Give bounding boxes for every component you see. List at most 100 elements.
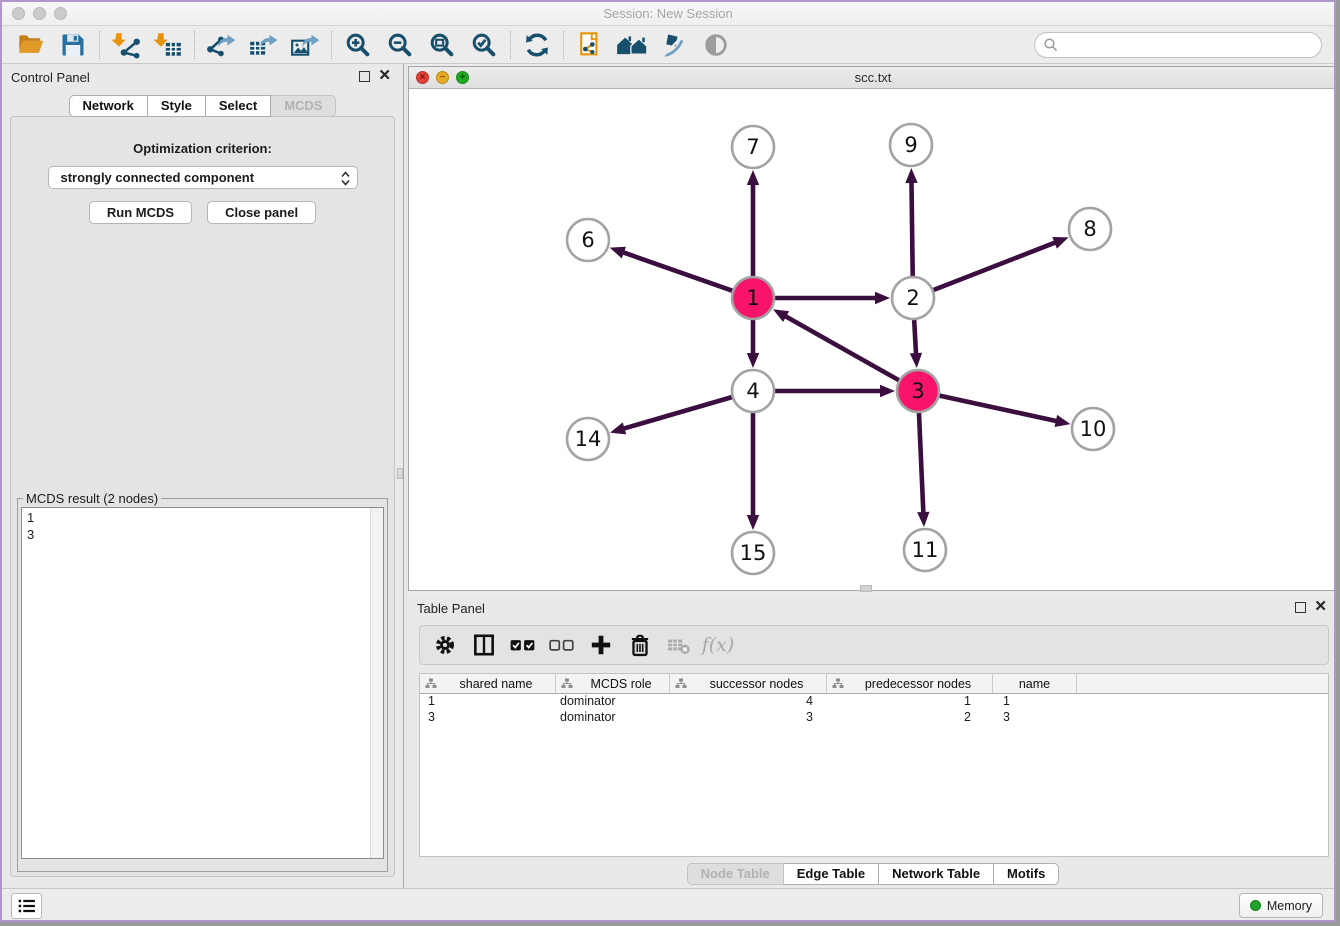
- show-columns-icon[interactable]: [469, 630, 499, 660]
- graph-node-11[interactable]: 11: [904, 529, 946, 571]
- refresh-view-icon[interactable]: [516, 29, 558, 61]
- mcds-result-list[interactable]: 1 3: [21, 507, 384, 859]
- table-tab-edge-table[interactable]: Edge Table: [784, 863, 879, 885]
- optimization-criterion-value: strongly connected component: [61, 170, 255, 185]
- close-panel-button[interactable]: Close panel: [207, 201, 316, 224]
- app-window: Session: New Session: [0, 0, 1336, 922]
- select-all-checkboxes-icon[interactable]: [508, 630, 538, 660]
- graph-edge-4-14[interactable]: [610, 397, 732, 434]
- zoom-selected-icon[interactable]: [463, 29, 505, 61]
- close-table-panel-icon[interactable]: ✕: [1314, 599, 1327, 615]
- column-header-shared-name[interactable]: shared name: [420, 674, 556, 693]
- task-history-button[interactable]: [11, 893, 42, 919]
- result-scrollbar[interactable]: [370, 508, 383, 858]
- column-header-predecessor-nodes[interactable]: predecessor nodes: [827, 674, 993, 693]
- tab-select[interactable]: Select: [206, 95, 271, 117]
- graph-edge-3-11[interactable]: [917, 413, 929, 527]
- graph-edge-1-4[interactable]: [747, 320, 759, 368]
- graph-node-15[interactable]: 15: [732, 532, 774, 574]
- memory-button[interactable]: Memory: [1239, 893, 1323, 918]
- table-cell: 4: [670, 694, 827, 710]
- search-input[interactable]: [1059, 36, 1321, 53]
- graph-node-10[interactable]: 10: [1072, 408, 1114, 450]
- network-canvas[interactable]: 1 2 3 4 6 7 8 9 10 11 14 15: [409, 89, 1336, 590]
- graph-node-14[interactable]: 14: [567, 418, 609, 460]
- export-table-icon[interactable]: [242, 29, 284, 61]
- save-session-icon[interactable]: [52, 29, 94, 61]
- graph-edge-4-15[interactable]: [747, 413, 759, 530]
- delete-row-icon[interactable]: [625, 630, 655, 660]
- table-body: 1dominator4113dominator323: [420, 694, 1328, 726]
- graph-edge-2-8[interactable]: [933, 237, 1068, 290]
- toolbar-separator: [331, 31, 332, 59]
- graph-node-4[interactable]: 4: [732, 370, 774, 412]
- graph-edge-2-3[interactable]: [910, 320, 922, 368]
- graph-edge-1-2[interactable]: [775, 292, 890, 304]
- memory-status-icon: [1250, 900, 1261, 911]
- splitter-handle[interactable]: [397, 468, 403, 479]
- mcds-panel: Optimization criterion: strongly connect…: [10, 116, 395, 877]
- search-box[interactable]: [1034, 32, 1322, 58]
- zoom-fit-content-icon[interactable]: [421, 29, 463, 61]
- table-row[interactable]: 1dominator411: [420, 694, 1328, 710]
- add-row-icon[interactable]: [586, 630, 616, 660]
- table-tab-node-table[interactable]: Node Table: [687, 863, 784, 885]
- window-titlebar: Session: New Session: [2, 2, 1334, 26]
- close-panel-icon[interactable]: ✕: [378, 68, 391, 84]
- hide-labels-icon[interactable]: [653, 29, 695, 61]
- toolbar-separator: [99, 31, 100, 59]
- mcds-result-values: 1 3: [22, 508, 383, 544]
- import-table-from-file-icon[interactable]: [147, 29, 189, 61]
- graph-node-9[interactable]: 9: [890, 124, 932, 166]
- float-table-panel-icon[interactable]: [1295, 602, 1306, 613]
- svg-text:7: 7: [746, 135, 759, 159]
- tab-style[interactable]: Style: [148, 95, 206, 117]
- zoom-in-icon[interactable]: [337, 29, 379, 61]
- graph-node-1[interactable]: 1: [732, 277, 774, 319]
- export-image-icon[interactable]: [284, 29, 326, 61]
- status-bar: Memory: [2, 888, 1334, 922]
- control-panel-tabs: NetworkStyleSelectMCDS: [2, 95, 403, 117]
- deselect-all-checkboxes-icon[interactable]: [547, 630, 577, 660]
- open-session-icon[interactable]: [10, 29, 52, 61]
- import-network-from-file-icon[interactable]: [105, 29, 147, 61]
- graph-node-3[interactable]: 3: [897, 370, 939, 412]
- list-icon: [17, 897, 37, 915]
- graph-node-8[interactable]: 8: [1069, 208, 1111, 250]
- table-tab-motifs[interactable]: Motifs: [994, 863, 1059, 885]
- graph-edge-3-1[interactable]: [773, 309, 899, 380]
- table-cell: 3: [670, 710, 827, 726]
- column-header-name[interactable]: name: [993, 674, 1077, 693]
- graph-node-2[interactable]: 2: [892, 277, 934, 319]
- svg-text:4: 4: [746, 379, 759, 403]
- tab-mcds[interactable]: MCDS: [271, 95, 336, 117]
- function-builder-icon: f(x): [703, 630, 733, 660]
- table-tab-network-table[interactable]: Network Table: [879, 863, 994, 885]
- column-header-successor-nodes[interactable]: successor nodes: [670, 674, 827, 693]
- main-area: Control Panel ✕ NetworkStyleSelectMCDS O…: [2, 64, 1334, 888]
- graph-node-7[interactable]: 7: [732, 126, 774, 168]
- control-panel-header: Control Panel ✕: [2, 64, 403, 90]
- export-network-icon[interactable]: [200, 29, 242, 61]
- table-row[interactable]: 3dominator323: [420, 710, 1328, 726]
- run-mcds-button[interactable]: Run MCDS: [89, 201, 192, 224]
- graph-edge-1-7[interactable]: [747, 170, 759, 276]
- svg-text:8: 8: [1083, 217, 1096, 241]
- table-settings-icon[interactable]: [430, 630, 460, 660]
- optimization-criterion-select[interactable]: strongly connected component: [48, 166, 358, 189]
- graph-node-6[interactable]: 6: [567, 219, 609, 261]
- control-panel-title: Control Panel: [11, 70, 90, 85]
- float-panel-icon[interactable]: [359, 71, 370, 82]
- zoom-out-icon[interactable]: [379, 29, 421, 61]
- column-header-mcds-role[interactable]: MCDS role: [556, 674, 670, 693]
- graph-edge-3-10[interactable]: [939, 396, 1070, 427]
- graph-edge-2-9[interactable]: [905, 168, 917, 276]
- table-header-row: shared nameMCDS rolesuccessor nodesprede…: [420, 674, 1328, 694]
- tab-network[interactable]: Network: [69, 95, 148, 117]
- home-icon[interactable]: [611, 29, 653, 61]
- graph-edge-1-6[interactable]: [610, 247, 733, 291]
- create-network-view-icon[interactable]: [569, 29, 611, 61]
- horizontal-splitter-handle[interactable]: [860, 585, 872, 592]
- optimization-criterion-label: Optimization criterion:: [11, 141, 394, 156]
- graph-edge-4-3[interactable]: [775, 385, 895, 397]
